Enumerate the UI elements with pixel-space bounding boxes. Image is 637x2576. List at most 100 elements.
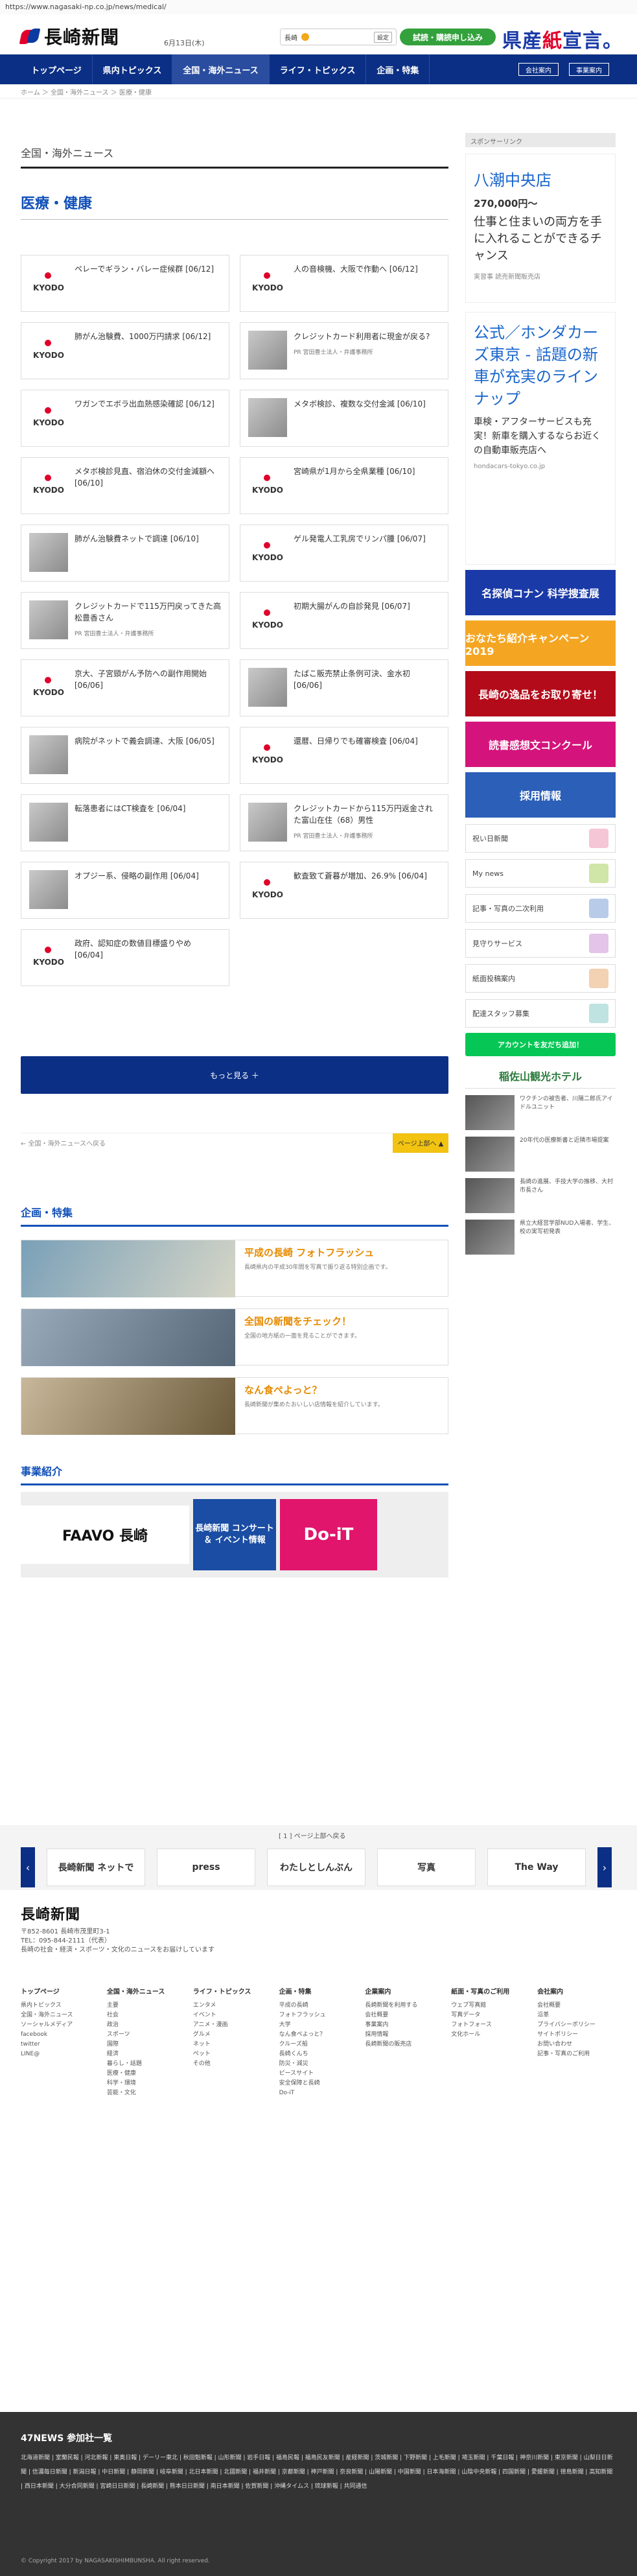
- article-card[interactable]: KYODO 人の音検機、大阪で作動へ [06/12]: [240, 255, 448, 312]
- footer-link[interactable]: Do-iT: [279, 2088, 359, 2098]
- carousel-next-icon[interactable]: ›: [597, 1847, 612, 1887]
- footer-link[interactable]: 長崎くんち: [279, 2050, 359, 2059]
- footer-link[interactable]: 安全保障と長崎: [279, 2079, 359, 2088]
- footer-link[interactable]: ペット: [193, 2050, 273, 2059]
- footer-link[interactable]: 記事・写真のご利用: [537, 2050, 617, 2059]
- article-card[interactable]: オプジー系、侵略の副作用 [06/04]: [21, 862, 229, 919]
- footer-column-title[interactable]: トップページ: [21, 1987, 100, 1997]
- footer-link[interactable]: 社会: [107, 2011, 187, 2020]
- article-card[interactable]: KYODO メタボ検診見直、宿泊休の交付金減額へ [06/10]: [21, 457, 229, 514]
- footer-link[interactable]: その他: [193, 2059, 273, 2069]
- footer-link[interactable]: 採用情報: [365, 2030, 445, 2040]
- footer-column-title[interactable]: 全国・海外ニュース: [107, 1987, 187, 1997]
- mini-news[interactable]: 県立大経営学部NUD入場者、学生、校の実写初発表: [465, 1220, 616, 1255]
- banner-conan[interactable]: 名探偵コナン 科学捜査展: [465, 570, 616, 615]
- banner-campaign[interactable]: おなたち紹介キャンペーン2019: [465, 620, 616, 666]
- banner-contest[interactable]: 読書感想文コンクール: [465, 722, 616, 767]
- article-card[interactable]: KYODO ワガンでエボラ出血熱感染確認 [06/12]: [21, 390, 229, 447]
- article-card[interactable]: KYODO 還暦、日帰りでも確審検査 [06/04]: [240, 727, 448, 784]
- more-button[interactable]: もっと見る ＋: [21, 1056, 448, 1094]
- footer-link[interactable]: 芸能・文化: [107, 2088, 187, 2098]
- sidebar-link[interactable]: 配達スタッフ募集: [465, 999, 616, 1028]
- footer-link[interactable]: 長崎新聞を利用する: [365, 2001, 445, 2011]
- footer-link[interactable]: アニメ・漫画: [193, 2020, 273, 2030]
- footer-link[interactable]: 文化ホール: [451, 2030, 531, 2040]
- nav-feature[interactable]: 企画・特集: [366, 54, 430, 84]
- nav-national[interactable]: 全国・海外ニュース: [172, 54, 270, 84]
- footer-link[interactable]: 医療・健康: [107, 2069, 187, 2079]
- footer-logo[interactable]: 長崎新聞: [21, 1903, 617, 1924]
- sidebar-link[interactable]: 紙面投稿案内: [465, 964, 616, 993]
- footer-link[interactable]: プライバシーポリシー: [537, 2020, 617, 2030]
- weather-widget[interactable]: 長崎 設定: [280, 29, 397, 45]
- footer-link[interactable]: イベント: [193, 2011, 273, 2020]
- sidebar-link[interactable]: My news: [465, 859, 616, 888]
- footer-link[interactable]: 主要: [107, 2001, 187, 2011]
- page-top-button[interactable]: ページ上部へ ▲: [393, 1133, 448, 1153]
- footer-link[interactable]: グルメ: [193, 2030, 273, 2040]
- article-card[interactable]: クレジットカードで115万円戻ってきた高松豊香さん PR 宮田豊士法人・弁護事務所: [21, 592, 229, 649]
- footer-link[interactable]: フォトフラッシュ: [279, 2011, 359, 2020]
- mini-news[interactable]: ワクチンの被告者、川陽二郎氏アイドルユニット: [465, 1095, 616, 1130]
- footer-link[interactable]: サイトポリシー: [537, 2030, 617, 2040]
- nav-local[interactable]: 県内トピックス: [93, 54, 173, 84]
- ad-yashio[interactable]: 八潮中央店 270,000円～ 仕事と住まいの両方を手に入れることができるチャン…: [465, 154, 616, 303]
- article-card[interactable]: クレジットカードから115万円返金された富山在住（68）男性 PR 宮田豊士法人・…: [240, 794, 448, 851]
- footer-link[interactable]: 平成の長崎: [279, 2001, 359, 2011]
- footer-link[interactable]: facebook: [21, 2030, 100, 2040]
- article-card[interactable]: KYODO 歓査致て蒼暮が増加、26.9% [06/04]: [240, 862, 448, 919]
- trial-subscribe-button[interactable]: 試読・購読申し込み: [400, 29, 496, 45]
- footer-link[interactable]: 科学・環境: [107, 2079, 187, 2088]
- footer-banner[interactable]: わたしとしんぶん: [267, 1849, 365, 1886]
- footer-link[interactable]: 県内トピックス: [21, 2001, 100, 2011]
- footer-link[interactable]: 大学: [279, 2020, 359, 2030]
- site-logo[interactable]: 長崎新聞: [19, 23, 119, 49]
- footer-column-title[interactable]: 企業案内: [365, 1987, 445, 1997]
- footer-link[interactable]: クルーズ船: [279, 2040, 359, 2050]
- feature-item[interactable]: 平成の長崎 フォトフラッシュ 長崎県内の平成30年間を写真で振り返る特別企画です。: [21, 1240, 448, 1297]
- sidebar-link[interactable]: 祝い日新聞: [465, 824, 616, 853]
- footer-column-title[interactable]: 会社案内: [537, 1987, 617, 1997]
- footer-link[interactable]: 沿革: [537, 2011, 617, 2020]
- footer-column-title[interactable]: ライフ・トピックス: [193, 1987, 273, 1997]
- ad-honda[interactable]: 公式／ホンダカーズ東京 - 話題の新車が充実のラインナップ 車検・アフターサービ…: [465, 312, 616, 565]
- footer-link[interactable]: ネット: [193, 2040, 273, 2050]
- footer-link[interactable]: 全国・海外ニュース: [21, 2011, 100, 2020]
- footer-link[interactable]: ウェブ写真館: [451, 2001, 531, 2011]
- footer-banner[interactable]: 長崎新聞 ネットで: [47, 1849, 145, 1886]
- footer-link[interactable]: 会社概要: [365, 2011, 445, 2020]
- page-top-link[interactable]: [ 1 ] ページ上部へ戻る: [279, 1830, 346, 1840]
- mini-news[interactable]: 長崎の進展、手技大学の推移、大村市長さん: [465, 1178, 616, 1213]
- article-card[interactable]: 病院がネットで義会調達、大阪 [06/05]: [21, 727, 229, 784]
- article-card[interactable]: クレジットカード利用者に現金が戻る? PR 宮田豊士法人・弁護事務所: [240, 322, 448, 379]
- footer-column-title[interactable]: 紙面・写真のご利用: [451, 1987, 531, 1997]
- nav-life[interactable]: ライフ・トピックス: [270, 54, 367, 84]
- feature-item[interactable]: なん食ぺよっと？ 長崎新聞が集めたおいしい店情報を紹介しています。: [21, 1377, 448, 1435]
- footer-column-title[interactable]: 企画・特集: [279, 1987, 359, 1997]
- footer-link[interactable]: フォトフォース: [451, 2020, 531, 2030]
- footer-link[interactable]: ピースサイト: [279, 2069, 359, 2079]
- footer-link[interactable]: 暮らし・話題: [107, 2059, 187, 2069]
- weather-setting-button[interactable]: 設定: [373, 31, 392, 43]
- nav-business[interactable]: 事業案内: [569, 63, 609, 76]
- article-card[interactable]: KYODO ペレーでギラン・バレー症候群 [06/12]: [21, 255, 229, 312]
- footer-link[interactable]: エンタメ: [193, 2001, 273, 2011]
- footer-link[interactable]: なん食ぺよっと？: [279, 2030, 359, 2040]
- footer-banner[interactable]: 写真: [377, 1849, 476, 1886]
- concert-banner[interactable]: 長崎新聞 コンサート ＆ イベント情報: [193, 1499, 276, 1570]
- article-card[interactable]: KYODO 政府、認知症の数値目標盛りやめ [06/04]: [21, 929, 229, 986]
- doit-banner[interactable]: Do-iT: [280, 1499, 377, 1570]
- partner-links[interactable]: 北海道新聞 | 室蘭民報 | 河北新報 | 東奥日報 | デーリー東北 | 秋田…: [0, 2451, 637, 2494]
- line-add-button[interactable]: アカウントを友だち追加！: [465, 1033, 616, 1056]
- footer-link[interactable]: 長崎新聞の販売店: [365, 2040, 445, 2050]
- banner-recruit[interactable]: 採用情報: [465, 772, 616, 818]
- banner-goods[interactable]: 長崎の逸品をお取り寄せ！: [465, 671, 616, 716]
- footer-link[interactable]: 事業案内: [365, 2020, 445, 2030]
- article-card[interactable]: KYODO 宮崎県が1月から全県業種 [06/10]: [240, 457, 448, 514]
- article-card[interactable]: 肺がん治験費ネットで調達 [06/10]: [21, 525, 229, 582]
- footer-link[interactable]: LINE@: [21, 2050, 100, 2059]
- back-link[interactable]: ← 全国・海外ニュースへ戻る: [21, 1138, 106, 1148]
- footer-link[interactable]: スポーツ: [107, 2030, 187, 2040]
- nav-top[interactable]: トップページ: [21, 54, 93, 84]
- article-card[interactable]: たばこ販売禁止条例可決、金水初 [06/06]: [240, 659, 448, 716]
